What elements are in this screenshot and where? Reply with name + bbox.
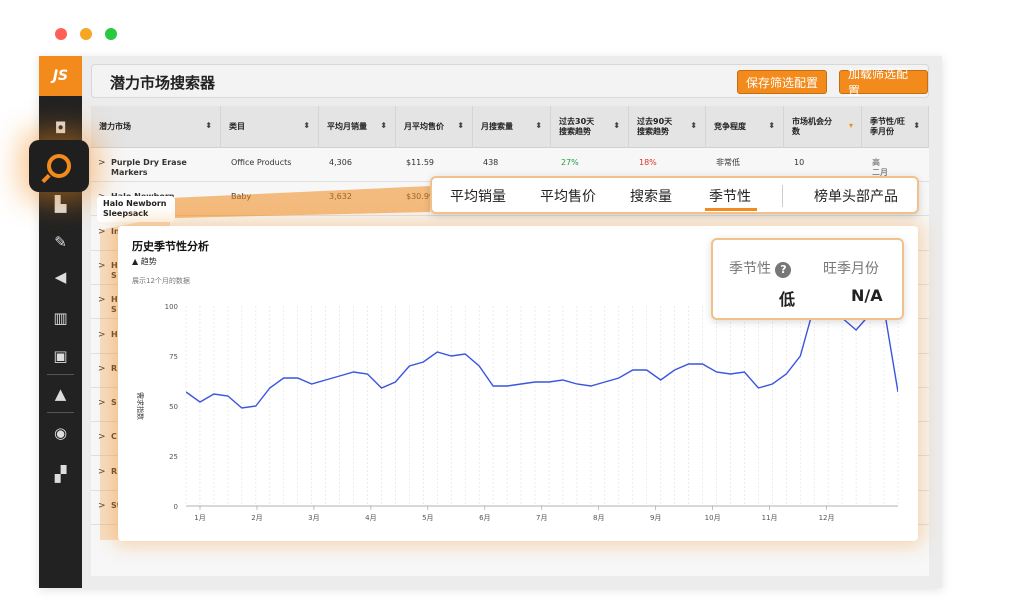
tab-top-products[interactable]: 榜单头部产品 (814, 186, 898, 206)
y-tick-label: 0 (174, 503, 178, 511)
x-tick-label: 2月 (251, 514, 262, 522)
y-tick-label: 75 (169, 353, 178, 361)
x-tick-label: 8月 (593, 514, 604, 522)
x-tick-label: 9月 (650, 514, 661, 522)
y-tick-label: 50 (169, 403, 178, 411)
x-tick-label: 10月 (705, 514, 721, 522)
y-axis-label: 需求指数 (136, 392, 145, 420)
x-tick-label: 6月 (479, 514, 490, 522)
x-tick-label: 12月 (819, 514, 835, 522)
tab-avg-price[interactable]: 平均售价 (540, 186, 596, 206)
metric-tabs: 平均销量 平均售价 搜索量 季节性 榜单头部产品 (430, 176, 919, 214)
active-tab-indicator (705, 208, 757, 211)
y-tick-label: 100 (165, 303, 178, 311)
x-tick-label: 11月 (762, 514, 778, 522)
seasonality-label: 季节性 ? (729, 258, 792, 278)
x-tick-label: 5月 (422, 514, 433, 522)
help-icon[interactable]: ? (775, 262, 792, 278)
peak-month-label: 旺季月份 (823, 261, 879, 277)
peak-month-value: N/A (851, 286, 883, 305)
seasonality-stats: 季节性 ? 旺季月份 低 N/A (711, 238, 904, 320)
x-tick-label: 3月 (308, 514, 319, 522)
seasonality-value: 低 (779, 290, 796, 309)
y-tick-label: 25 (169, 453, 178, 461)
demand-line (186, 306, 898, 409)
selected-market-chip[interactable]: Halo Newborn Sleepsack (97, 196, 175, 222)
tab-avg-sales[interactable]: 平均销量 (450, 186, 506, 206)
x-tick-label: 4月 (365, 514, 376, 522)
tab-seasonality[interactable]: 季节性 (709, 186, 751, 206)
x-tick-label: 1月 (194, 514, 205, 522)
tab-search-volume[interactable]: 搜索量 (630, 186, 672, 206)
tab-divider (782, 185, 783, 207)
x-tick-label: 7月 (536, 514, 547, 522)
